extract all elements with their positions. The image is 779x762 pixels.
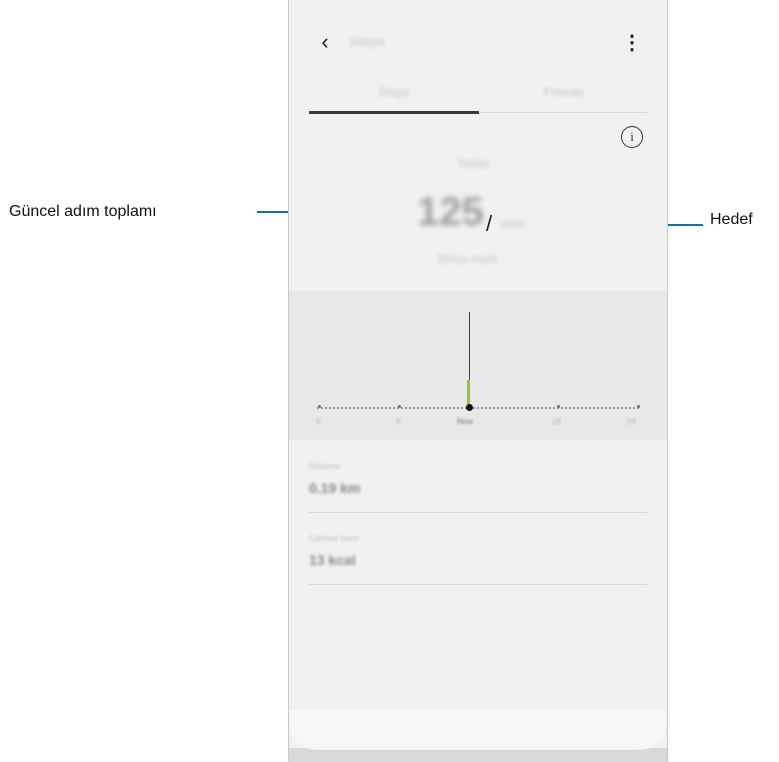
- step-bar-now: [467, 380, 470, 407]
- step-timeline-chart: 0 6 Now 18 24: [289, 291, 667, 440]
- active-tab-indicator: [309, 111, 479, 114]
- distance-label: Distance: [309, 462, 341, 471]
- x-tick-label: 24: [627, 417, 636, 426]
- phone-bottom-edge: [289, 748, 667, 762]
- calories-label: Calories burnt: [309, 534, 359, 543]
- phone-bottom-curve: [289, 710, 667, 750]
- info-icon: i: [630, 129, 634, 144]
- annotation-goal-label: Hedef: [710, 211, 753, 228]
- chevron-left-icon: ‹: [321, 29, 329, 54]
- info-button[interactable]: i: [621, 126, 643, 148]
- current-time-marker: [466, 404, 473, 411]
- axis-dot: [318, 405, 321, 408]
- timeline-axis: [317, 407, 639, 409]
- app-title: Steps: [349, 33, 385, 49]
- tab-friends[interactable]: Friends: [479, 74, 649, 110]
- annotation-current-steps-label: Güncel adım toplamı: [9, 203, 157, 220]
- phone-screen: ‹ Steps ⋮ Steps Friends i Today 125 / 60…: [288, 0, 668, 762]
- x-tick-label: 0: [316, 417, 321, 426]
- distance-value: 0.19 km: [309, 480, 361, 496]
- x-tick-label: 6: [396, 417, 401, 426]
- goal-step-count: 6000: [501, 219, 526, 231]
- divider: [309, 584, 647, 585]
- time-label: Since reset: [437, 252, 498, 266]
- date-label: Today: [457, 156, 490, 170]
- tab-bar: Steps Friends: [309, 74, 649, 114]
- axis-dot: [637, 405, 640, 408]
- divider: [309, 512, 647, 513]
- more-vert-icon: ⋮: [622, 31, 642, 54]
- steps-separator: /: [486, 211, 493, 236]
- tab-steps[interactable]: Steps: [309, 74, 479, 110]
- back-button[interactable]: ‹: [311, 26, 339, 58]
- axis-dot: [557, 405, 560, 408]
- calories-value: 13 kcal: [309, 552, 356, 568]
- x-tick-label: 18: [552, 417, 561, 426]
- x-tick-label: Now: [457, 417, 474, 426]
- axis-dot: [398, 405, 401, 408]
- more-options-button[interactable]: ⋮: [622, 28, 642, 56]
- app-bar: ‹ Steps ⋮: [289, 22, 667, 62]
- current-step-count: 125: [417, 190, 484, 234]
